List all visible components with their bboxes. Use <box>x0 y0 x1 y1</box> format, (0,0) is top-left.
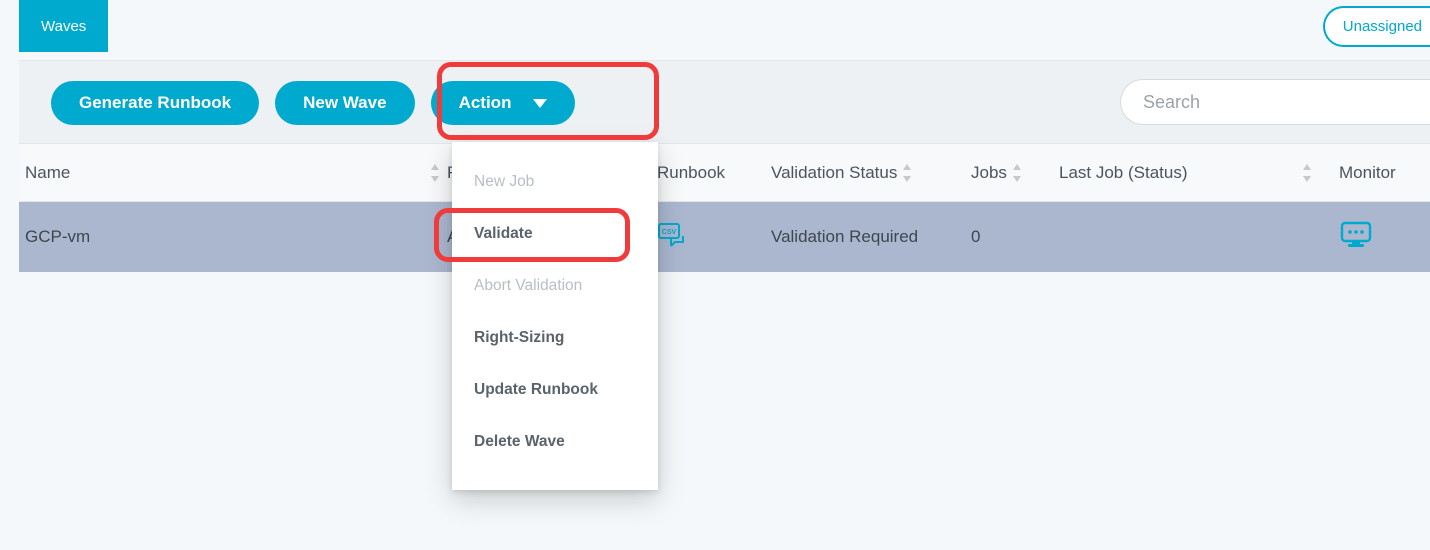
action-dropdown-button[interactable]: Action <box>431 81 576 125</box>
table-row[interactable]: GCP-vm A CSV Validation Required 0 <box>19 202 1430 272</box>
col-name-label: Name <box>25 163 70 183</box>
generate-runbook-button[interactable]: Generate Runbook <box>51 81 259 125</box>
monitor-icon <box>1339 220 1373 255</box>
cell-jobs: 0 <box>971 227 1059 247</box>
tab-waves[interactable]: Waves <box>19 0 108 52</box>
sort-icon <box>431 164 439 182</box>
menu-validate[interactable]: Validate <box>452 208 658 260</box>
waves-table: Name R Runbook Validation Status Jobs La… <box>19 144 1430 272</box>
cell-monitor[interactable] <box>1319 220 1430 255</box>
svg-text:CSV: CSV <box>662 229 677 236</box>
caret-down-icon <box>533 99 547 108</box>
sort-icon <box>903 164 911 182</box>
col-last-job[interactable]: Last Job (Status) <box>1059 163 1319 183</box>
menu-new-job: New Job <box>452 156 658 208</box>
col-jobs[interactable]: Jobs <box>971 163 1059 183</box>
col-validation-status[interactable]: Validation Status <box>771 163 971 183</box>
cell-validation: Validation Required <box>771 227 971 247</box>
menu-abort-validation: Abort Validation <box>452 260 658 312</box>
table-header-row: Name R Runbook Validation Status Jobs La… <box>19 144 1430 202</box>
cell-name: GCP-vm <box>19 227 447 247</box>
action-label: Action <box>459 93 512 113</box>
new-wave-button[interactable]: New Wave <box>275 81 414 125</box>
search-input[interactable] <box>1120 79 1430 125</box>
col-runbook-label: Runbook <box>657 163 725 183</box>
unassigned-chip[interactable]: Unassigned <box>1323 6 1430 47</box>
toolbar: Generate Runbook New Wave Action <box>19 60 1430 144</box>
action-menu: New Job Validate Abort Validation Right-… <box>452 142 658 490</box>
col-monitor-label: Monitor <box>1339 163 1396 183</box>
csv-icon: CSV <box>657 222 691 252</box>
sort-icon <box>1013 164 1021 182</box>
menu-update-runbook[interactable]: Update Runbook <box>452 364 658 416</box>
col-validation-label: Validation Status <box>771 163 897 183</box>
menu-delete-wave[interactable]: Delete Wave <box>452 416 658 468</box>
cell-runbook[interactable]: CSV <box>657 222 771 252</box>
col-last-job-label: Last Job (Status) <box>1059 163 1188 183</box>
col-jobs-label: Jobs <box>971 163 1007 183</box>
col-name[interactable]: Name <box>19 163 447 183</box>
col-runbook[interactable]: Runbook <box>657 163 771 183</box>
menu-right-sizing[interactable]: Right-Sizing <box>452 312 658 364</box>
search-wrap <box>1120 79 1430 125</box>
sort-icon <box>1303 164 1311 182</box>
col-monitor[interactable]: Monitor <box>1319 163 1430 183</box>
